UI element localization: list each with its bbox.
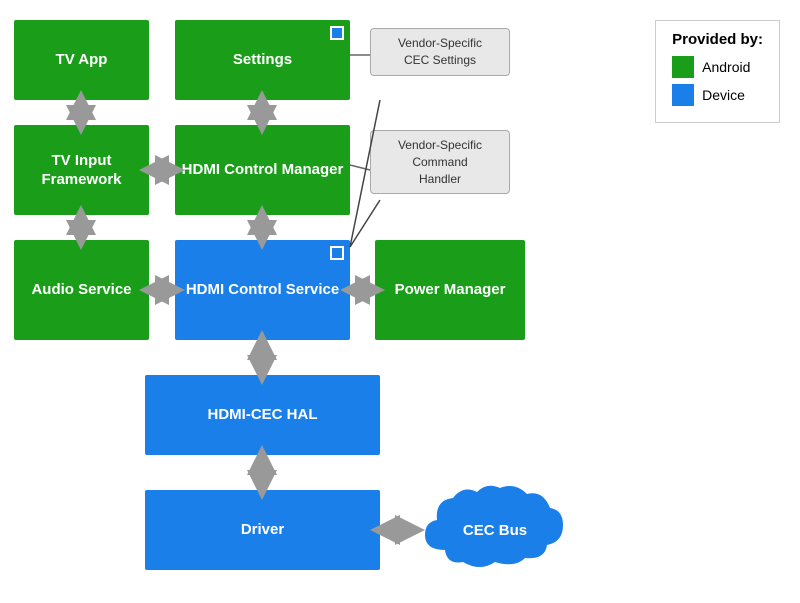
legend-android-label: Android bbox=[702, 59, 750, 75]
legend-android-color bbox=[672, 56, 694, 78]
audio-service-block: Audio Service bbox=[14, 240, 149, 340]
callout-command-handler-text: Vendor-SpecificCommandHandler bbox=[398, 138, 482, 186]
tv-input-framework-block: TV Input Framework bbox=[14, 125, 149, 215]
tv-app-block: TV App bbox=[14, 20, 149, 100]
legend-item-android: Android bbox=[672, 56, 763, 78]
callout-command-handler: Vendor-SpecificCommandHandler bbox=[370, 130, 510, 194]
cec-bus-label: CEC Bus bbox=[463, 522, 527, 539]
legend-device-color bbox=[672, 84, 694, 106]
legend: Provided by: Android Device bbox=[655, 20, 780, 123]
cec-bus-block: CEC Bus bbox=[415, 480, 575, 580]
settings-indicator bbox=[330, 26, 344, 40]
hdmi-cec-hal-block: HDMI-CEC HAL bbox=[145, 375, 380, 455]
driver-block: Driver bbox=[145, 490, 380, 570]
callout-cec-settings: Vendor-SpecificCEC Settings bbox=[370, 28, 510, 76]
legend-device-label: Device bbox=[702, 87, 745, 103]
callout-cec-settings-text: Vendor-SpecificCEC Settings bbox=[398, 36, 482, 67]
hdmi-control-manager-block: HDMI Control Manager bbox=[175, 125, 350, 215]
legend-title: Provided by: bbox=[672, 31, 763, 48]
settings-block: Settings bbox=[175, 20, 350, 100]
power-manager-block: Power Manager bbox=[375, 240, 525, 340]
diagram-container: Provided by: Android Device TV App Setti… bbox=[0, 0, 800, 603]
legend-item-device: Device bbox=[672, 84, 763, 106]
hdmi-control-service-indicator bbox=[330, 246, 344, 260]
hdmi-control-service-block: HDMI Control Service bbox=[175, 240, 350, 340]
